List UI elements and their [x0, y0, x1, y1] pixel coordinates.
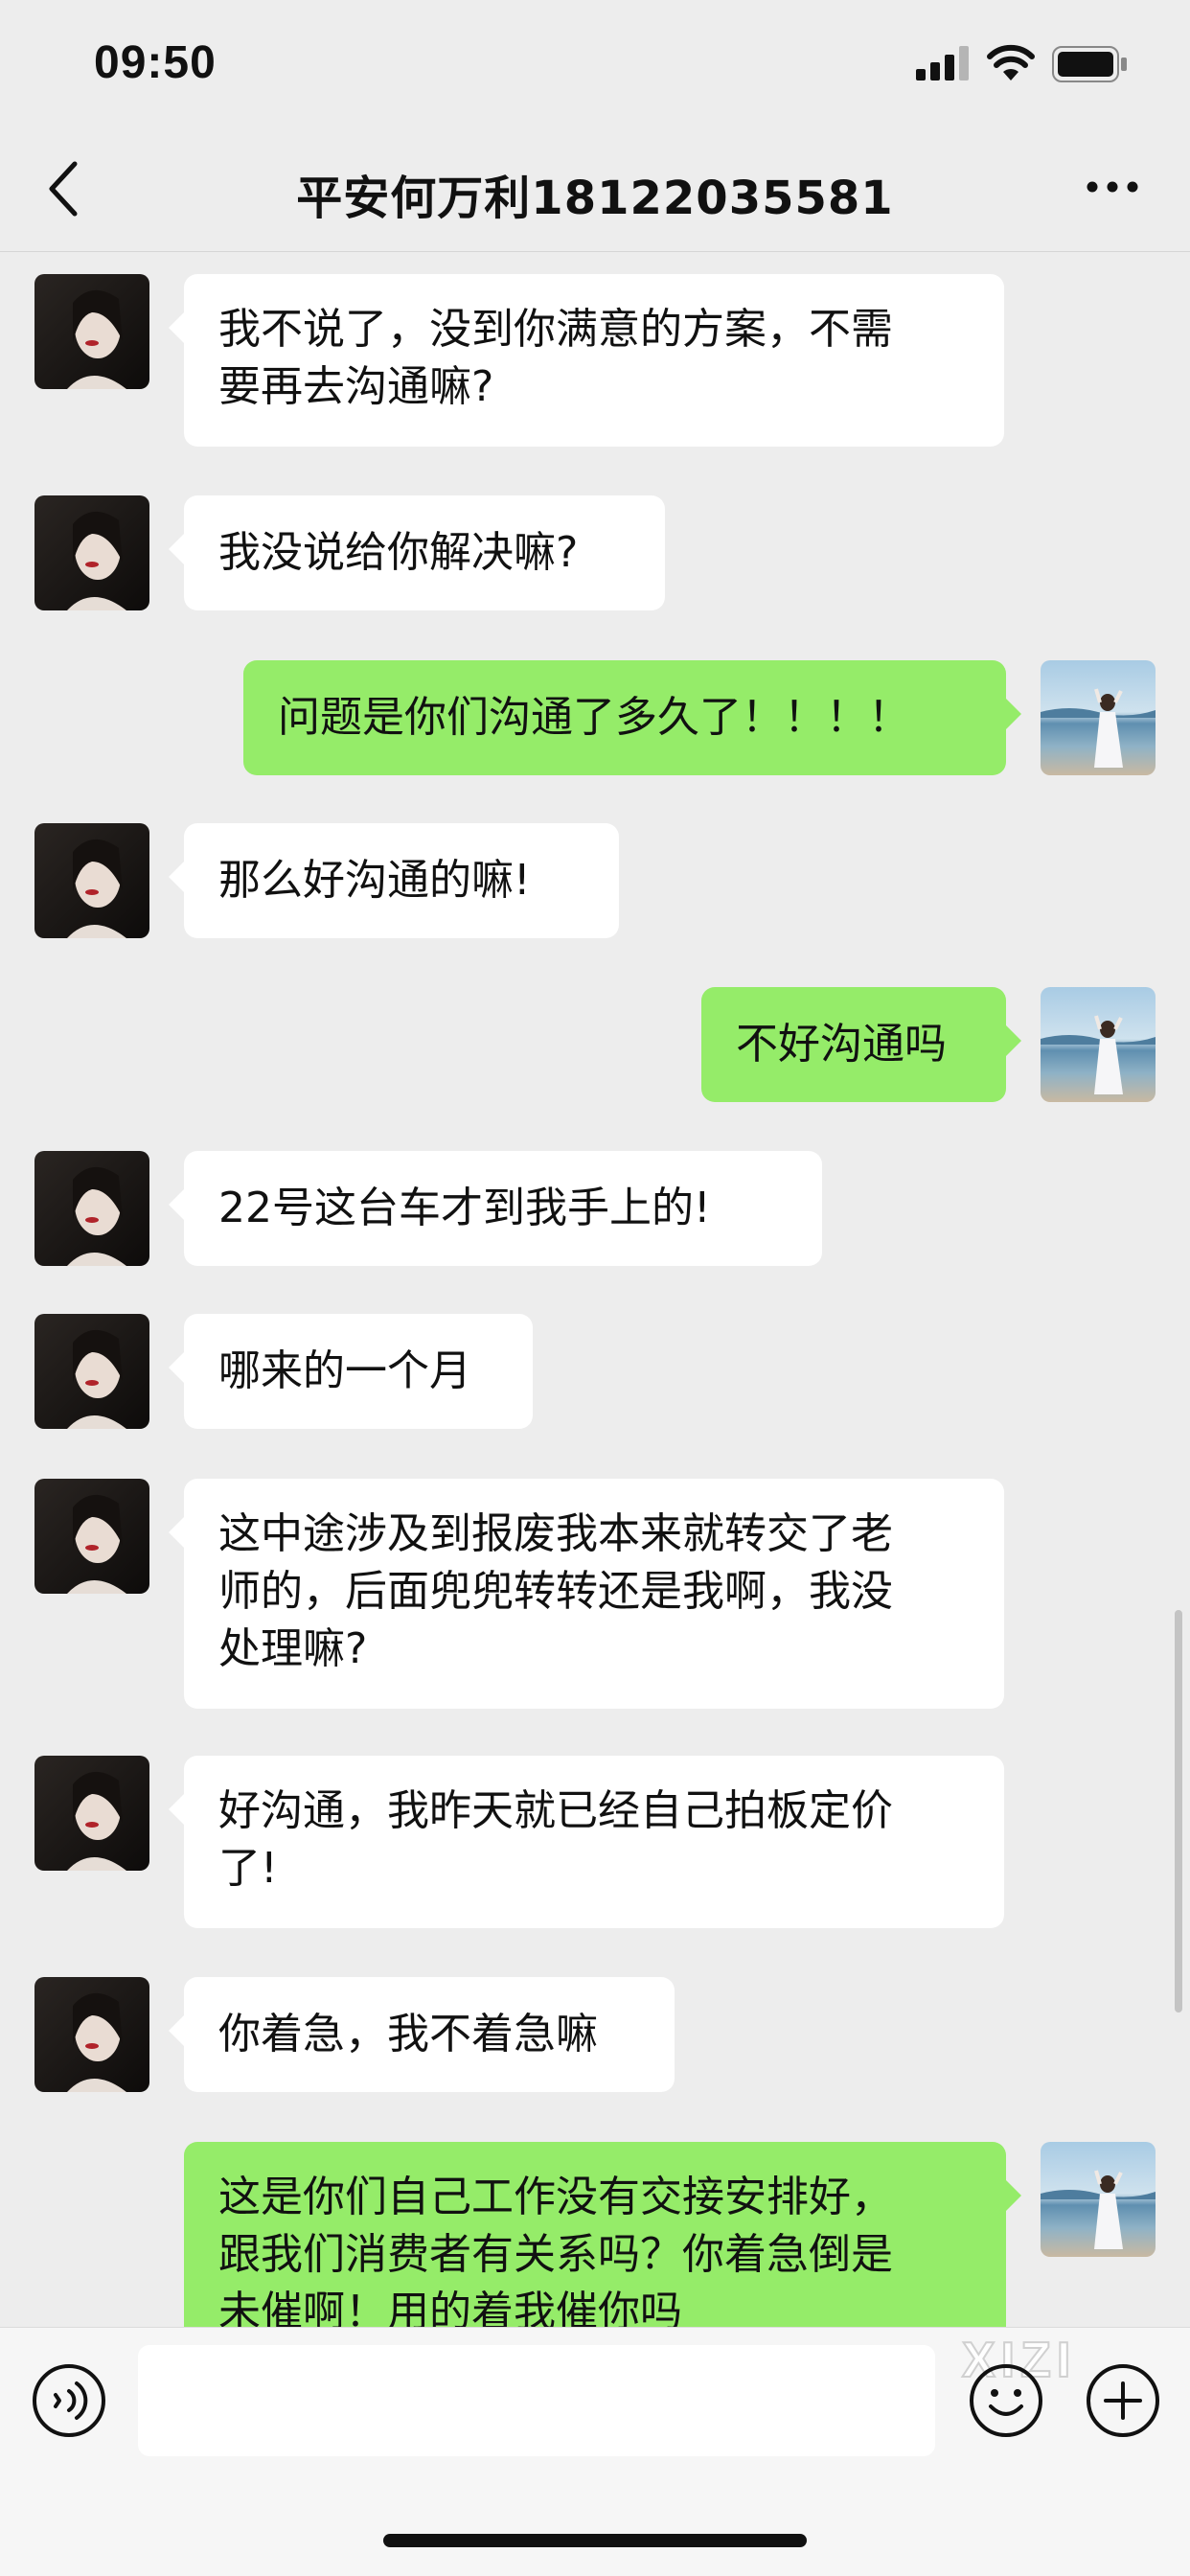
message-line: 处理嘛? [218, 1624, 368, 1673]
my-avatar[interactable] [1041, 660, 1156, 775]
contact-avatar[interactable] [34, 1151, 149, 1266]
home-indicator[interactable] [383, 2534, 807, 2547]
plus-icon[interactable] [1085, 2362, 1161, 2439]
message-line: 这中途涉及到报废我本来就转交了老 [218, 1509, 893, 1558]
contact-avatar[interactable] [34, 823, 149, 938]
voice-icon[interactable] [31, 2362, 107, 2439]
message-line: 好沟通，我昨天就已经自己拍板定价 [218, 1786, 893, 1835]
contact-avatar[interactable] [34, 274, 149, 389]
contact-avatar[interactable] [34, 495, 149, 610]
status-bar: 09:50 [0, 0, 1190, 129]
message-line: 未催啊！用的着我催你吗 [218, 2288, 682, 2327]
emoji-icon[interactable] [968, 2362, 1044, 2439]
message-line: 跟我们消费者有关系吗？你着急倒是 [218, 2230, 893, 2279]
contact-avatar[interactable] [34, 1479, 149, 1594]
message-bubble: 我没说给你解决嘛? [169, 495, 665, 610]
message-line: 这是你们自己工作没有交接安排好， [218, 2173, 893, 2221]
message-line: 我不说了，没到你满意的方案，不需 [218, 305, 893, 354]
message-bubble: 问题是你们沟通了多久了！！！！ [243, 660, 1021, 775]
my-avatar[interactable] [1041, 987, 1156, 1102]
message-input[interactable] [138, 2345, 935, 2456]
message-bubble: 我不说了，没到你满意的方案，不需 要再去沟通嘛? [169, 274, 1004, 447]
chat-title: 平安何万利18122035581 [296, 172, 894, 225]
chat-messages[interactable]: 我不说了，没到你满意的方案，不需 要再去沟通嘛? 我没说给你解决嘛? 问题是你们… [0, 253, 1190, 2327]
battery-icon [1052, 46, 1127, 82]
message-bubble: 哪来的一个月 [169, 1314, 533, 1429]
message-line: 要再去沟通嘛? [218, 362, 494, 411]
message-line: 了! [218, 1844, 278, 1893]
contact-avatar[interactable] [34, 1756, 149, 1871]
message-bubble: 这是你们自己工作没有交接安排好， 跟我们消费者有关系吗？你着急倒是 未催啊！用的… [184, 2142, 1021, 2327]
wifi-icon [987, 44, 1035, 80]
my-avatar[interactable] [1041, 2142, 1156, 2257]
chat-header: 平安何万利18122035581 [0, 129, 1190, 252]
contact-avatar[interactable] [34, 1314, 149, 1429]
chat-scrollbar[interactable] [1175, 1610, 1182, 2012]
contact-avatar[interactable] [34, 1977, 149, 2092]
message-bubble: 你着急，我不着急嘛 [169, 1977, 675, 2092]
message-bubble: 好沟通，我昨天就已经自己拍板定价 了! [169, 1756, 1004, 1928]
message-line: 师的，后面兜兜转转还是我啊，我没 [218, 1567, 893, 1616]
message-bubble: 22号这台车才到我手上的! [169, 1151, 822, 1266]
message-bubble: 不好沟通吗 [701, 987, 1021, 1102]
message-bubble: 那么好沟通的嘛! [169, 823, 619, 938]
status-time: 09:50 [94, 37, 217, 88]
signal-icon [916, 46, 969, 80]
message-bubble: 这中途涉及到报废我本来就转交了老 师的，后面兜兜转转还是我啊，我没 处理嘛? [169, 1479, 1004, 1709]
more-icon[interactable] [1085, 168, 1140, 206]
